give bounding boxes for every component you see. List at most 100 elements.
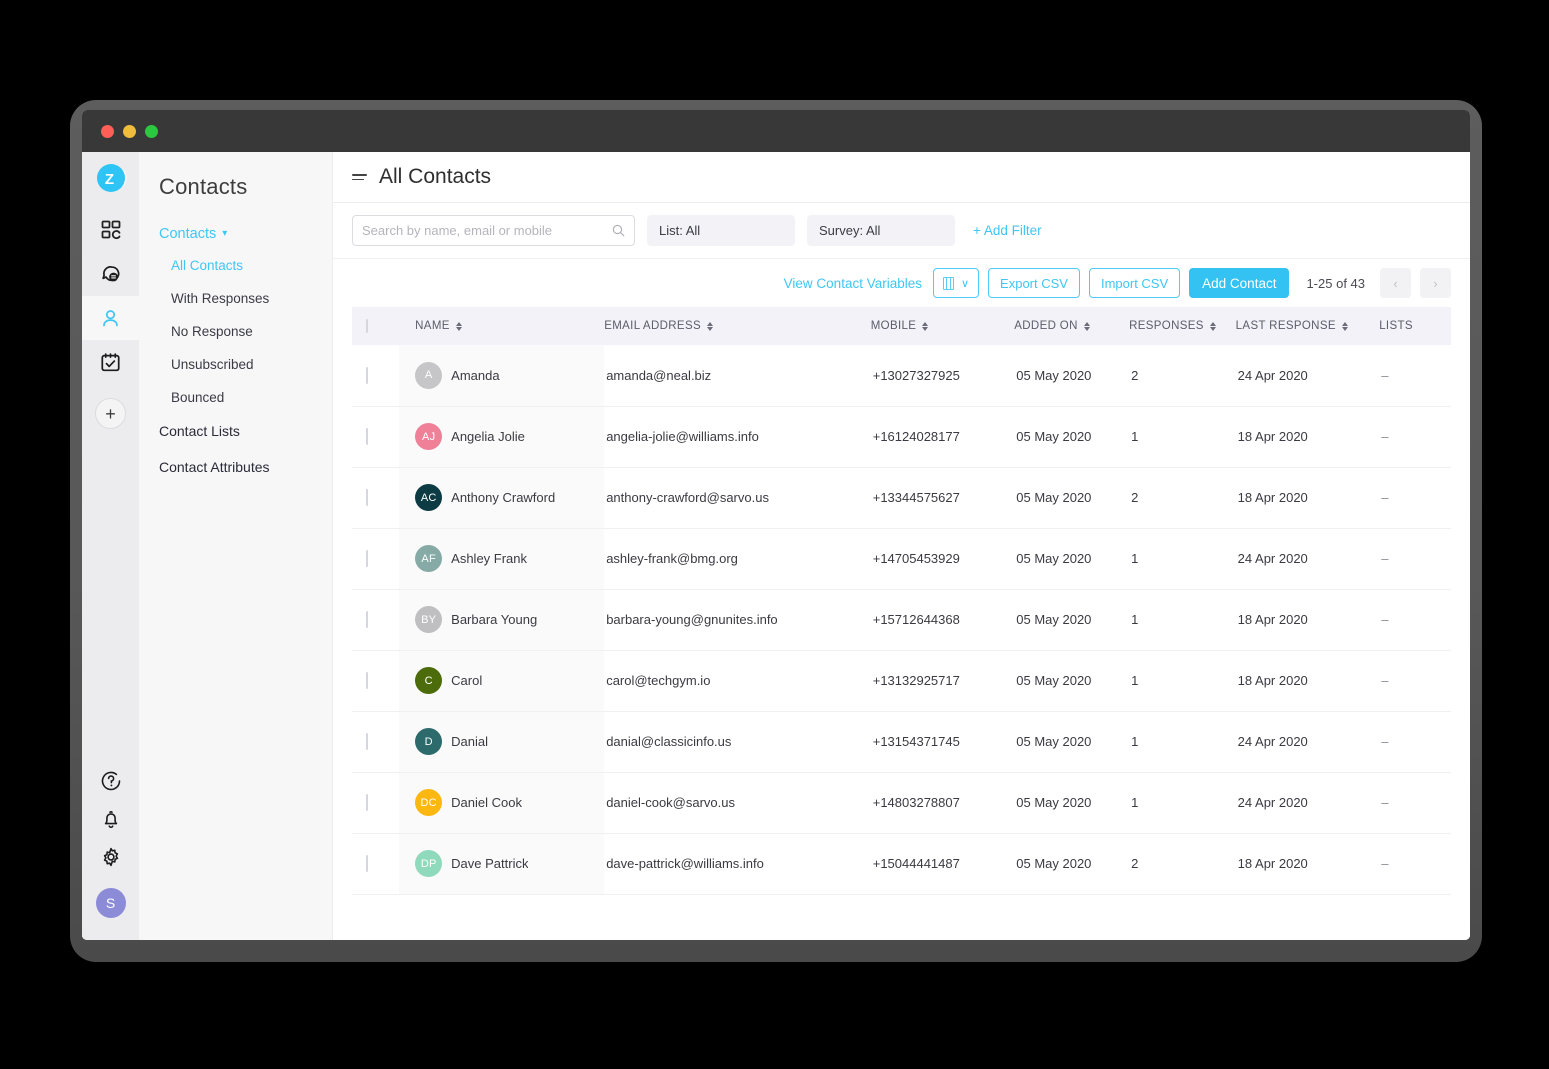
close-window-button[interactable] [101,124,114,138]
cell-responses: 1 [1131,551,1139,566]
cell-added-on: 05 May 2020 [1016,795,1092,810]
cell-mobile: +15712644368 [872,612,960,627]
row-select-cell [352,589,399,650]
sidebar-item-unsubscribed[interactable]: Unsubscribed [139,357,332,372]
cell-email: anthony-crawford@sarvo.us [606,490,769,505]
cell-last-response: 24 Apr 2020 [1237,551,1308,566]
cell-lists: – [1381,856,1389,871]
table-row[interactable]: AF Ashley Frank ashley-frank@bmg.org +14705… [352,528,1451,589]
next-page-button[interactable]: › [1420,268,1451,298]
minimize-window-button[interactable] [123,124,136,138]
sidebar-item-contact-attributes[interactable]: Contact Attributes [139,459,332,475]
add-filter-link[interactable]: + Add Filter [973,223,1042,238]
contact-name: Barbara Young [451,612,538,627]
table-row[interactable]: BY Barbara Young barbara-young@gnunites.in… [352,589,1451,650]
sort-icon-mobile[interactable] [922,321,929,331]
cell-email: barbara-young@gnunites.info [606,612,778,627]
sidebar-item-contact-lists[interactable]: Contact Lists [139,423,332,439]
sort-icon-name[interactable] [455,321,462,331]
survey-filter[interactable]: Survey: All [807,215,955,246]
table-row[interactable]: AC Anthony Crawford anthony-crawford@sarvo… [352,467,1451,528]
cell-added-on: 05 May 2020 [1016,490,1092,505]
prev-page-button[interactable]: ‹ [1380,268,1411,298]
rail-item-contacts[interactable] [82,296,139,340]
table-row[interactable]: A Amanda amanda@neal.biz +13027327925 05 May… [352,345,1451,406]
settings-gear-icon[interactable] [98,844,124,870]
contacts-table-wrap: NAME EMAIL ADDRESS MOBILE ADDED ON RESPO… [333,307,1470,940]
table-row[interactable]: C Carol carol@techgym.io +13132925717 05 May… [352,650,1451,711]
sidebar-item-with-responses[interactable]: With Responses [139,291,332,306]
row-checkbox[interactable] [366,672,368,689]
cell-last-response: 18 Apr 2020 [1237,856,1308,871]
rail-item-surveys[interactable] [82,340,139,384]
row-select-cell [352,650,399,711]
sidebar-item-bounced[interactable]: Bounced [139,390,332,405]
row-checkbox[interactable] [366,733,368,750]
table-header-row: NAME EMAIL ADDRESS MOBILE ADDED ON RESPO… [352,307,1451,345]
help-icon[interactable] [98,768,124,794]
cell-name: AF Ashley Frank [399,528,605,589]
table-row[interactable]: DP Dave Pattrick dave-pattrick@williams.in… [352,833,1451,894]
cell-last-response: 24 Apr 2020 [1237,734,1308,749]
cell-mobile: +16124028177 [872,429,960,444]
column-header-email[interactable]: EMAIL ADDRESS [604,307,871,345]
row-checkbox[interactable] [366,366,368,384]
cell-responses: 1 [1131,673,1139,688]
cell-responses: 1 [1131,734,1139,749]
row-checkbox[interactable] [366,794,368,811]
sort-icon-email[interactable] [706,321,713,331]
sort-icon-last-response[interactable] [1341,321,1348,331]
select-all-checkbox[interactable] [366,319,368,333]
table-row[interactable]: AJ Angelia Jolie angelia-jolie@williams.in… [352,406,1451,467]
maximize-window-button[interactable] [145,124,158,138]
user-avatar[interactable]: S [95,888,126,918]
cell-name: C Carol [399,650,605,711]
row-checkbox[interactable] [366,428,368,445]
row-checkbox[interactable] [366,550,368,567]
notifications-bell-icon[interactable] [98,806,124,832]
view-contact-variables-link[interactable]: View Contact Variables [784,276,922,291]
table-row[interactable]: DC Daniel Cook daniel-cook@sarvo.us +148032… [352,772,1451,833]
cell-mobile: +14705453929 [872,551,960,566]
import-csv-button[interactable]: Import CSV [1088,268,1181,298]
column-header-mobile[interactable]: MOBILE [871,307,1015,345]
sidebar-group-contacts[interactable]: Contacts ▾ [139,226,332,242]
cell-lists: – [1381,490,1389,505]
column-chooser-button[interactable]: ∨ [932,268,980,298]
search-input[interactable] [362,223,612,238]
columns-chevron-label: ∨ [960,277,970,290]
column-header-last-response[interactable]: LAST RESPONSE [1236,307,1380,345]
add-new-button[interactable]: + [95,398,126,429]
list-filter[interactable]: List: All [647,215,795,246]
cell-email: amanda@neal.biz [606,367,712,383]
row-select-cell [352,528,399,589]
cell-name: A Amanda [399,345,605,406]
cell-lists: – [1381,367,1389,383]
sidebar-item-all-contacts[interactable]: All Contacts [139,258,332,273]
row-checkbox[interactable] [366,489,368,506]
row-checkbox[interactable] [366,855,368,872]
sidebar-item-no-response[interactable]: No Response [139,324,332,339]
zoho-z-logo[interactable]: Z [95,162,127,194]
table-row[interactable]: D Danial danial@classicinfo.us +13154371745… [352,711,1451,772]
export-csv-button[interactable]: Export CSV [988,268,1080,298]
select-all-header [352,307,399,345]
rail-item-dashboard[interactable] [82,208,139,252]
search-box[interactable] [352,215,635,246]
hamburger-menu-icon[interactable] [352,173,367,181]
row-select-cell [352,772,399,833]
contact-avatar: DP [415,850,443,877]
column-header-added-on[interactable]: ADDED ON [1014,307,1129,345]
column-header-responses[interactable]: RESPONSES [1129,307,1236,345]
sort-icon-responses[interactable] [1209,321,1216,331]
sort-icon-added-on[interactable] [1083,321,1090,331]
cell-responses: 1 [1131,612,1139,627]
add-contact-button[interactable]: Add Contact [1189,268,1290,298]
row-checkbox[interactable] [366,611,368,628]
app-body: Z + S Contacts Contacts ▾ All Contacts W… [82,152,1470,940]
dashboard-grid-icon [101,220,121,240]
cell-responses: 2 [1131,856,1139,871]
column-header-name[interactable]: NAME [399,307,605,345]
rail-item-conversations[interactable] [82,252,139,296]
cell-responses: 1 [1131,795,1139,810]
